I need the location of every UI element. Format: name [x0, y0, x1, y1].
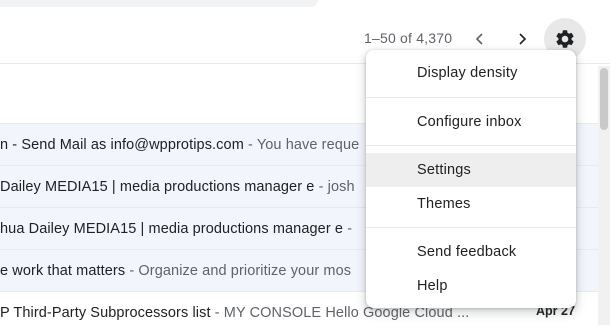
scrollbar-thumb[interactable] — [600, 68, 608, 130]
gear-icon — [556, 30, 574, 48]
email-snippet: - — [343, 220, 353, 237]
email-subject: Dailey MEDIA15 | media productions manag… — [0, 178, 315, 195]
settings-menu: Display density Configure inbox Settings… — [366, 50, 576, 308]
email-subject: e work that matters — [0, 262, 126, 279]
chevron-right-icon — [519, 33, 527, 45]
menu-item-help[interactable]: Help — [366, 269, 576, 303]
chevron-left-icon — [475, 33, 483, 45]
search-bar[interactable] — [0, 0, 318, 7]
email-subject: hua Dailey MEDIA15 | media productions m… — [0, 220, 344, 237]
menu-divider — [366, 145, 576, 146]
menu-divider — [366, 227, 576, 228]
email-snippet: - You have reque — [243, 136, 360, 153]
menu-item-settings[interactable]: Settings — [366, 153, 576, 187]
email-subject: n - Send Mail as info@wpprotips.com — [0, 136, 244, 153]
menu-item-send-feedback[interactable]: Send feedback — [366, 235, 576, 269]
menu-item-themes[interactable]: Themes — [366, 187, 576, 221]
menu-item-configure-inbox[interactable]: Configure inbox — [366, 105, 576, 139]
email-subject: P Third-Party Subprocessors list — [0, 304, 211, 321]
menu-item-display-density[interactable]: Display density — [366, 56, 576, 90]
menu-divider — [366, 97, 576, 98]
email-snippet: - Organize and prioritize your mos — [125, 262, 352, 279]
pagination-count: 1–50 of 4,370 — [364, 30, 453, 46]
email-snippet: - josh — [314, 178, 355, 195]
